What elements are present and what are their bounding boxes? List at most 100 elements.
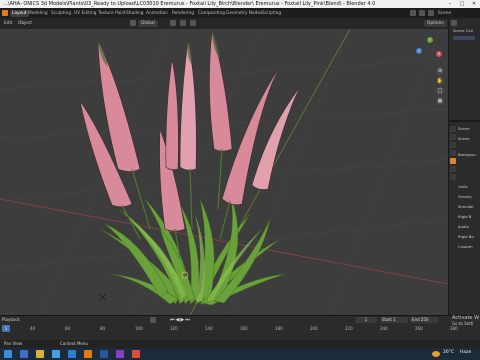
timeline-tick: 260 — [415, 326, 423, 331]
tab-shading[interactable]: Shading — [126, 10, 143, 17]
scene-selector-icon[interactable] — [410, 10, 416, 16]
prop-row-rigid-body-world[interactable]: Rigid Bo — [458, 234, 474, 240]
weather-icon[interactable] — [432, 351, 440, 357]
gizmo-x-axis[interactable]: X — [436, 51, 442, 57]
timeline-tick: 240 — [380, 326, 388, 331]
gizmo-z-axis[interactable]: Z — [416, 48, 422, 54]
tab-scripting[interactable]: Scripting — [262, 10, 281, 17]
snap-icon[interactable] — [180, 20, 186, 26]
tab-texture-paint[interactable]: Texture Paint — [98, 10, 126, 17]
record-icon[interactable] — [150, 317, 156, 323]
app-icon[interactable] — [68, 350, 76, 358]
output-tab-icon[interactable] — [450, 142, 456, 148]
scene-label[interactable]: Scene — [438, 10, 451, 17]
view-layer-tab-icon[interactable] — [450, 150, 456, 156]
status-context-menu: Context Menu — [60, 341, 88, 346]
close-icon[interactable]: ✕ — [468, 0, 480, 8]
viewport-scene — [0, 29, 448, 315]
options-dropdown[interactable]: Options — [424, 20, 447, 27]
window-title-bar: ...\AHA- ONICS 3d Models\Plants\03_Ready… — [0, 0, 480, 8]
3d-viewport[interactable]: Y Z X ⊕ ✋ □ ▦ — [0, 29, 448, 315]
prop-row-background[interactable]: Backgrou — [458, 152, 476, 158]
scene-new-icon[interactable] — [428, 10, 434, 16]
outliner-selected-row[interactable] — [453, 36, 475, 40]
menu-edit[interactable]: Edit — [4, 20, 12, 27]
playback-controls-icon[interactable]: ⏮◀▶⏭ — [170, 317, 191, 323]
tab-rendering[interactable]: Rendering — [172, 10, 194, 17]
playhead[interactable]: 1 — [2, 325, 10, 332]
tool-tab-icon[interactable] — [450, 126, 456, 132]
file-explorer-icon[interactable] — [36, 350, 44, 358]
maximize-icon[interactable]: □ — [456, 0, 468, 8]
outliner-panel[interactable]: Scene Coll — [448, 18, 480, 120]
scene-collection-label[interactable]: Scene Coll — [453, 28, 473, 33]
zoom-icon[interactable]: ⊕ — [436, 67, 444, 75]
prop-row-scene[interactable]: Scene — [458, 136, 470, 142]
window-title: ...\AHA- ONICS 3d Models\Plants\03_Ready… — [3, 1, 376, 7]
tab-compositing[interactable]: Compositing — [198, 10, 225, 17]
os-taskbar: 26°C Haze — [0, 348, 480, 360]
search-icon[interactable] — [20, 350, 28, 358]
tab-uv-editing[interactable]: UV Editing — [74, 10, 96, 17]
scene-browse-icon[interactable] — [419, 10, 425, 16]
proportional-edit-icon[interactable] — [190, 20, 196, 26]
render-tab-icon[interactable] — [450, 134, 456, 140]
browser-icon[interactable] — [52, 350, 60, 358]
blender-logo-icon[interactable] — [2, 10, 8, 16]
properties-title: Scene — [458, 126, 470, 131]
timeline-tick: 80 — [100, 326, 106, 331]
media-app-icon[interactable] — [132, 350, 140, 358]
tab-layout[interactable]: Layout — [10, 10, 29, 17]
object-tab-icon[interactable] — [450, 174, 456, 180]
prop-row-units[interactable]: Units — [458, 184, 468, 190]
tab-animation[interactable]: Animation — [146, 10, 168, 17]
current-frame-field[interactable]: 1 — [355, 317, 377, 323]
start-label: Start — [382, 317, 392, 322]
outliner-editor-icon[interactable] — [451, 20, 457, 26]
blender-taskbar-icon[interactable] — [84, 350, 92, 358]
flower-buds — [98, 31, 300, 109]
timeline-tick: 60 — [65, 326, 71, 331]
properties-panel[interactable]: Scene Scene Backgrou Units Gravity Simul… — [448, 120, 480, 317]
prop-row-gravity[interactable]: Gravity — [458, 194, 472, 200]
activate-line-2: Go to Setti — [452, 321, 474, 326]
weather-condition: Haze — [460, 350, 472, 355]
pivot-icon[interactable] — [170, 20, 176, 26]
timeline-tick: 160 — [240, 326, 248, 331]
prop-row-custom[interactable]: Custom — [458, 244, 473, 250]
timeline-tick: 220 — [345, 326, 353, 331]
tab-sculpting[interactable]: Sculpting — [51, 10, 71, 17]
grass-blades — [99, 193, 286, 306]
gizmo-y-axis[interactable]: Y — [427, 37, 433, 43]
end-value: 250 — [420, 317, 429, 322]
origin-marker-icon — [99, 293, 107, 301]
tab-geometry-nodes[interactable]: Geometry Nodes — [226, 10, 262, 17]
end-label: End — [412, 317, 420, 322]
temperature: 26°C — [443, 350, 455, 355]
prop-row-rigid-body[interactable]: Rigid B — [458, 214, 471, 220]
minimize-icon[interactable]: – — [444, 0, 456, 8]
end-frame-field[interactable]: End 250 — [410, 317, 438, 323]
status-bar: Pan View Context Menu — [0, 340, 480, 348]
camera-view-icon[interactable]: □ — [436, 87, 444, 95]
perspective-grid-icon[interactable]: ▦ — [436, 97, 444, 105]
pan-hand-icon[interactable]: ✋ — [436, 77, 444, 85]
start-frame-field[interactable]: Start 1 — [380, 317, 408, 323]
word-icon[interactable] — [100, 350, 108, 358]
scene-tab-icon[interactable] — [450, 158, 456, 164]
start-icon[interactable] — [4, 350, 12, 358]
navigation-gizmo[interactable]: Y Z X — [416, 37, 444, 65]
timeline-playback-menu[interactable]: Playback — [2, 317, 20, 322]
menu-object[interactable]: Object — [18, 20, 32, 27]
world-tab-icon[interactable] — [450, 166, 456, 172]
tab-modeling[interactable]: Modeling — [28, 10, 48, 17]
start-value: 1 — [393, 317, 396, 322]
prop-row-audio[interactable]: Audio — [458, 224, 469, 230]
photo-app-icon[interactable] — [116, 350, 124, 358]
timeline-tick: 140 — [205, 326, 213, 331]
orientation-dropdown[interactable]: Global — [138, 20, 158, 27]
activate-windows-watermark: Activate W Go to Setti — [452, 315, 479, 327]
timeline-tick: 180 — [275, 326, 283, 331]
transform-orientation-icon[interactable] — [130, 20, 136, 26]
prop-row-simulation[interactable]: Simulati — [458, 204, 474, 210]
